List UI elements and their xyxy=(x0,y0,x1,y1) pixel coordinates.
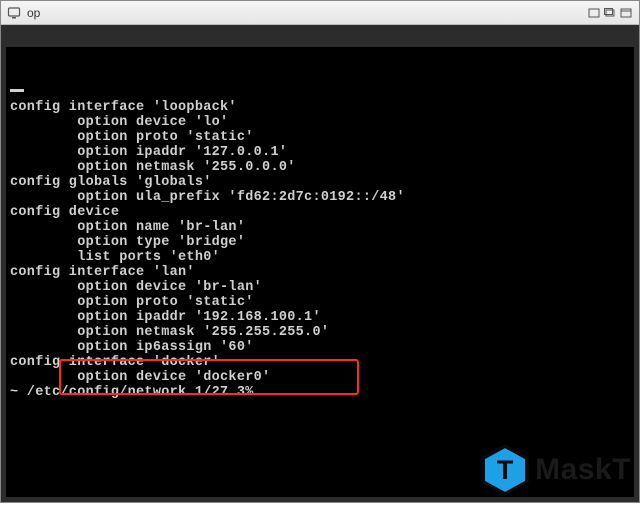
terminal-line: list ports 'eth0' xyxy=(6,250,634,265)
terminal-line: option proto 'static' xyxy=(6,295,634,310)
terminal-line: config globals 'globals' xyxy=(6,175,634,190)
vm-window: op config interface 'loopback' option de… xyxy=(0,0,640,503)
titlebar[interactable]: op xyxy=(1,1,639,25)
terminal-line: option ipaddr '192.168.100.1' xyxy=(6,310,634,325)
maximize-button[interactable] xyxy=(619,7,633,19)
terminal-line: option type 'bridge' xyxy=(6,235,634,250)
highlight-box xyxy=(59,359,359,395)
watermark-text: MaskT xyxy=(535,453,631,487)
terminal-line: option ipaddr '127.0.0.1' xyxy=(6,145,634,160)
terminal-line: option ip6assign '60' xyxy=(6,340,634,355)
text-cursor xyxy=(10,89,24,92)
terminal-line: option proto 'static' xyxy=(6,130,634,145)
window-body: config interface 'loopback' option devic… xyxy=(1,25,639,502)
terminal[interactable]: config interface 'loopback' option devic… xyxy=(6,47,634,497)
minimize-button[interactable] xyxy=(587,7,601,19)
terminal-line: option netmask '255.255.255.0' xyxy=(6,325,634,340)
monitor-icon xyxy=(7,6,21,20)
watermark: T MaskT xyxy=(479,444,631,496)
window-title: op xyxy=(27,6,40,20)
terminal-line: config interface 'lan' xyxy=(6,265,634,280)
hex-icon: T xyxy=(479,444,531,496)
terminal-line: option ula_prefix 'fd62:2d7c:0192::/48' xyxy=(6,190,634,205)
restore-button[interactable] xyxy=(603,7,617,19)
terminal-line: option device 'br-lan' xyxy=(6,280,634,295)
terminal-line: option netmask '255.0.0.0' xyxy=(6,160,634,175)
terminal-line: config device xyxy=(6,205,634,220)
terminal-line: option device 'lo' xyxy=(6,115,634,130)
svg-text:T: T xyxy=(497,455,514,485)
terminal-line: config interface 'loopback' xyxy=(6,100,634,115)
terminal-line: option name 'br-lan' xyxy=(6,220,634,235)
